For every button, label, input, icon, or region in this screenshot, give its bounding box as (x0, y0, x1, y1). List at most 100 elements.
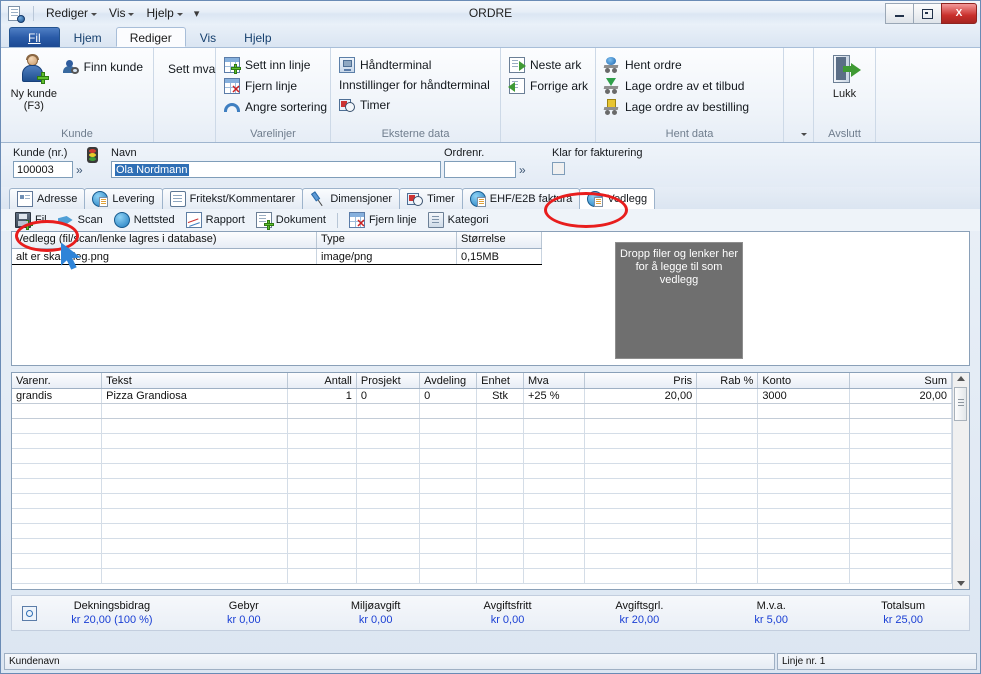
finn-kunde-button[interactable]: Finn kunde (61, 58, 147, 76)
hent-ordre-button[interactable]: Hent ordre (602, 56, 753, 74)
table-row-empty[interactable] (12, 509, 952, 524)
cell-mva[interactable]: +25 % (523, 389, 584, 404)
cell-empty[interactable] (850, 509, 952, 524)
table-row-empty[interactable] (12, 479, 952, 494)
cell-empty[interactable] (420, 434, 477, 449)
table-row-empty[interactable] (12, 404, 952, 419)
cell-empty[interactable] (850, 404, 952, 419)
ribbon-tab-vis[interactable]: Vis (186, 27, 230, 47)
attachment-dokument-button[interactable]: Dokument (252, 211, 330, 229)
cell-empty[interactable] (356, 539, 419, 554)
timer-button[interactable]: Timer (337, 96, 494, 114)
table-row-empty[interactable] (12, 419, 952, 434)
fjern-linje-button[interactable]: ✕ Fjern linje (222, 77, 331, 95)
cell-empty[interactable] (287, 479, 356, 494)
tab-adresse[interactable]: Adresse (9, 188, 85, 209)
cell-empty[interactable] (523, 449, 584, 464)
cell-empty[interactable] (420, 464, 477, 479)
cell-empty[interactable] (477, 494, 524, 509)
lage-ordre-bestilling-button[interactable]: Lage ordre av bestilling (602, 98, 753, 116)
cell-prosjekt[interactable]: 0 (356, 389, 419, 404)
minimize-button[interactable] (885, 3, 914, 24)
cell-empty[interactable] (12, 434, 102, 449)
restore-button[interactable] (913, 3, 942, 24)
cell-empty[interactable] (477, 569, 524, 584)
cell-empty[interactable] (477, 524, 524, 539)
tab-ehf-e2b-faktura[interactable]: EHF/E2B faktura (462, 188, 581, 209)
cell-rabatt[interactable] (697, 389, 758, 404)
cell-empty[interactable] (287, 494, 356, 509)
cell-sum[interactable]: 20,00 (850, 389, 952, 404)
cell-konto[interactable]: 3000 (758, 389, 850, 404)
cell-empty[interactable] (850, 539, 952, 554)
cell-empty[interactable] (585, 524, 697, 539)
cell-empty[interactable] (102, 524, 287, 539)
totals-preview-button[interactable] (12, 606, 46, 621)
cell-empty[interactable] (420, 554, 477, 569)
cell-empty[interactable] (287, 434, 356, 449)
cell-empty[interactable] (477, 539, 524, 554)
forrige-ark-button[interactable]: Forrige ark (507, 77, 592, 95)
cell-empty[interactable] (523, 419, 584, 434)
cell-empty[interactable] (585, 404, 697, 419)
cell-empty[interactable] (697, 449, 758, 464)
scroll-down-icon[interactable] (957, 581, 965, 586)
cell-empty[interactable] (477, 434, 524, 449)
cell-empty[interactable] (356, 509, 419, 524)
cell-tekst[interactable]: Pizza Grandiosa (102, 389, 287, 404)
cell-empty[interactable] (420, 479, 477, 494)
cell-empty[interactable] (758, 509, 850, 524)
order-lines-grid-body[interactable]: Varenr. Tekst Antall Prosjekt Avdeling E… (12, 373, 952, 589)
close-button[interactable]: X (941, 3, 977, 24)
cell-empty[interactable] (758, 449, 850, 464)
cell-enhet[interactable]: Stk (477, 389, 524, 404)
cell-empty[interactable] (477, 449, 524, 464)
attachment-rapport-button[interactable]: Rapport (182, 211, 249, 229)
attachment-fil-button[interactable]: Fil (11, 211, 51, 229)
ordrenr-input[interactable] (444, 161, 516, 178)
cell-empty[interactable] (102, 464, 287, 479)
table-row-empty[interactable] (12, 539, 952, 554)
attachment-kategori-button[interactable]: Kategori (424, 211, 493, 229)
cell-empty[interactable] (850, 449, 952, 464)
cell-empty[interactable] (523, 434, 584, 449)
cell-empty[interactable] (356, 524, 419, 539)
cell-empty[interactable] (697, 419, 758, 434)
grid-header-rabatt[interactable]: Rab % (697, 373, 758, 389)
cell-empty[interactable] (585, 479, 697, 494)
cell-empty[interactable] (585, 449, 697, 464)
ordrenr-lookup-button[interactable]: » (519, 162, 525, 178)
cell-empty[interactable] (287, 404, 356, 419)
handterminal-button[interactable]: Håndterminal (337, 56, 494, 74)
cell-empty[interactable] (697, 434, 758, 449)
neste-ark-button[interactable]: Neste ark (507, 56, 592, 74)
cell-empty[interactable] (420, 509, 477, 524)
cell-empty[interactable] (12, 524, 102, 539)
scroll-up-icon[interactable] (957, 376, 965, 381)
cell-empty[interactable] (758, 554, 850, 569)
kunde-nr-input[interactable]: 100003 (13, 161, 73, 178)
cell-empty[interactable] (102, 479, 287, 494)
cell-empty[interactable] (585, 569, 697, 584)
cell-empty[interactable] (356, 494, 419, 509)
cell-empty[interactable] (758, 494, 850, 509)
cell-empty[interactable] (12, 569, 102, 584)
attachment-nettsted-button[interactable]: Nettsted (110, 211, 179, 229)
cell-empty[interactable] (697, 569, 758, 584)
grid-header-mva[interactable]: Mva (523, 373, 584, 389)
cell-empty[interactable] (420, 449, 477, 464)
cell-empty[interactable] (850, 494, 952, 509)
lage-ordre-tilbud-button[interactable]: Lage ordre av et tilbud (602, 77, 753, 95)
cell-empty[interactable] (356, 569, 419, 584)
qat-menu-rediger[interactable]: Rediger (43, 5, 100, 21)
angre-sortering-button[interactable]: Angre sortering (222, 98, 331, 116)
cell-empty[interactable] (758, 464, 850, 479)
ribbon-tab-hjem[interactable]: Hjem (60, 27, 116, 47)
cell-empty[interactable] (850, 569, 952, 584)
cell-empty[interactable] (585, 434, 697, 449)
ribbon-tab-rediger[interactable]: Rediger (116, 27, 186, 47)
cell-empty[interactable] (758, 419, 850, 434)
cell-empty[interactable] (697, 524, 758, 539)
cell-empty[interactable] (12, 554, 102, 569)
cell-empty[interactable] (356, 449, 419, 464)
